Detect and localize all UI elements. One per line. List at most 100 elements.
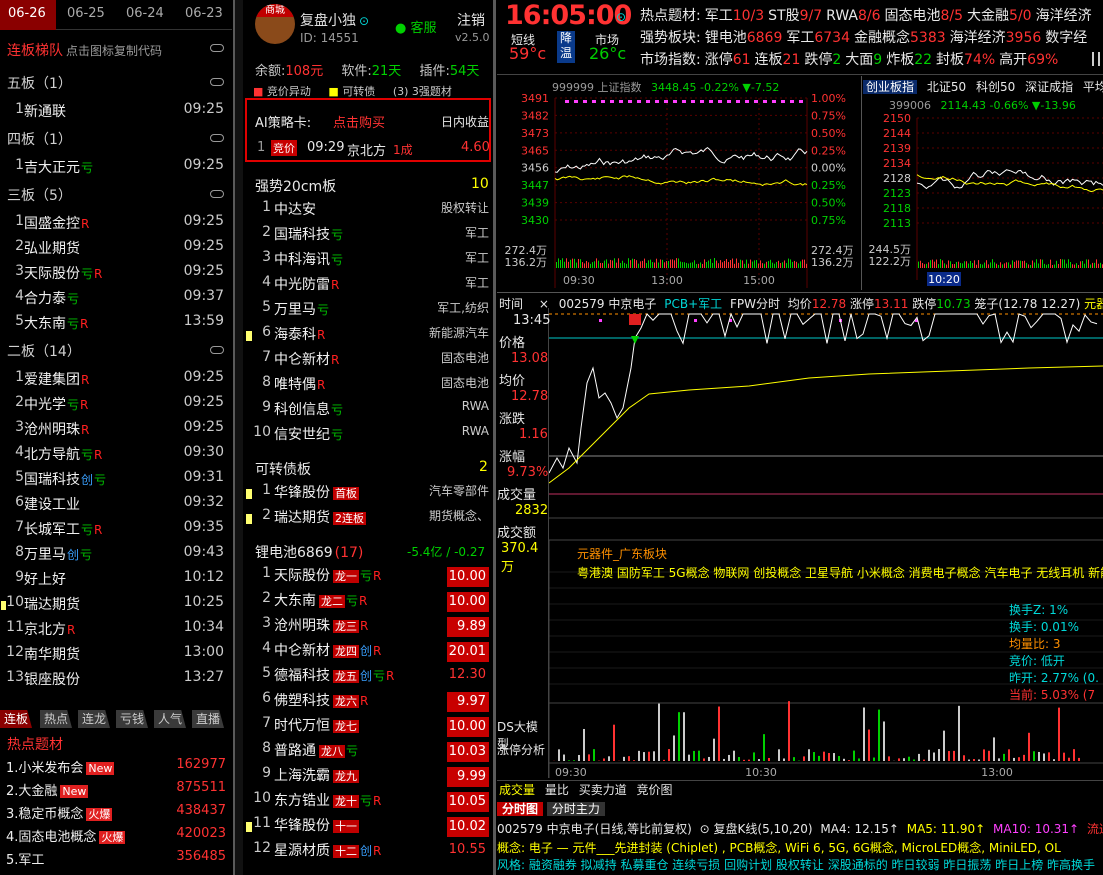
strong-row[interactable]: 3 中科海讯亏 军工 bbox=[245, 249, 493, 274]
index-chart[interactable]: 3491 1.00% 3482 0.75% 3473 0.50% 3465 0.25% 3456… bbox=[497, 90, 859, 290]
hot-topic-row[interactable]: 1.小米发布会 New 162977 bbox=[0, 757, 232, 779]
lithium-row[interactable]: 9 上海洗霸 龙九 9.99 bbox=[245, 765, 493, 790]
hot-item-name[interactable]: ST股 bbox=[768, 8, 799, 24]
tab-lianban[interactable]: 连板 bbox=[0, 710, 33, 728]
strong-row[interactable]: 2 国瑞科技亏 军工 bbox=[245, 224, 493, 249]
ladder-row[interactable]: 1 国盛金控R 09:25 bbox=[0, 213, 232, 237]
hot-topic-row[interactable]: 3.稳定币概念 火爆 438437 bbox=[0, 803, 232, 825]
tab-redian[interactable]: 热点 bbox=[40, 710, 73, 728]
ladder-row[interactable]: 11 京北方R 10:34 bbox=[0, 619, 232, 643]
tab-volume-ratio[interactable]: 量比 bbox=[545, 783, 569, 797]
bond-row[interactable]: 2 瑞达期货 2连板 期货概念、 bbox=[245, 507, 493, 532]
ladder-row[interactable]: 2 弘业期货 09:25 bbox=[0, 238, 232, 262]
hot-topic-row[interactable]: 2.大金融 New 875511 bbox=[0, 780, 232, 802]
ai-strategy-card[interactable]: AI策略卡: 点击购买 日内收益 1 竞价 09:29 京北方 1成 4.60 bbox=[245, 98, 491, 162]
cloud-icon[interactable] bbox=[210, 134, 224, 142]
hot-item-name[interactable]: 固态电池 bbox=[885, 8, 941, 24]
avatar[interactable]: 商城 bbox=[255, 4, 295, 44]
hot-item-name[interactable]: 大金融 bbox=[967, 8, 1009, 24]
cloud-icon[interactable] bbox=[210, 190, 224, 198]
sector-item-name[interactable]: 数字经 bbox=[1045, 30, 1087, 46]
ladder-row[interactable]: 1 爱建集团R 09:25 bbox=[0, 369, 232, 393]
strong-row[interactable]: 7 中仑新材R 固态电池 bbox=[245, 349, 493, 374]
ladder-row[interactable]: 8 万里马创亏 09:43 bbox=[0, 544, 232, 568]
date-tab-3[interactable]: 06-24 bbox=[126, 6, 164, 21]
tab-bz50[interactable]: 北证50 bbox=[927, 80, 966, 94]
ai-row-name[interactable]: 京北方 bbox=[347, 140, 386, 159]
lithium-row[interactable]: 4 中仑新材 龙四 创R 20.01 bbox=[245, 640, 493, 665]
lithium-row[interactable]: 1 天际股份 龙一 亏R 10.00 bbox=[245, 565, 493, 590]
scrollbar[interactable] bbox=[235, 0, 243, 875]
hot-item-name[interactable]: RWA bbox=[826, 8, 858, 24]
kline-check-icon[interactable]: ⊙ bbox=[700, 822, 710, 836]
strong-row[interactable]: 5 万里马亏 军工,纺织 bbox=[245, 299, 493, 324]
ladder-row[interactable]: 4 北方导航亏R 09:30 bbox=[0, 444, 232, 468]
ladder-row[interactable]: 6 建设工业 09:32 bbox=[0, 494, 232, 518]
ladder-row[interactable]: 3 沧州明珠R 09:25 bbox=[0, 419, 232, 443]
sector-item-name[interactable]: 海洋经济 bbox=[950, 30, 1006, 46]
ai-buy-link[interactable]: 点击购买 bbox=[333, 112, 385, 131]
cloud-icon[interactable] bbox=[210, 78, 224, 86]
strong-row[interactable]: 4 中光防雷R 军工 bbox=[245, 274, 493, 299]
lithium-row[interactable]: 5 德福科技 龙五 创亏R 12.30 bbox=[245, 665, 493, 690]
date-tab-1[interactable]: 06-26 bbox=[8, 6, 46, 21]
tab-avg[interactable]: 平均 bbox=[1083, 80, 1103, 94]
hot-item-name[interactable]: 海洋经济 bbox=[1036, 8, 1092, 24]
tab-zhibo[interactable]: 直播 bbox=[192, 710, 225, 728]
ladder-row[interactable]: 13 银座股份 13:27 bbox=[0, 669, 232, 693]
lithium-row[interactable]: 3 沧州明珠 龙三 R 9.89 bbox=[245, 615, 493, 640]
lithium-row[interactable]: 11 华锋股份 十一 10.02 bbox=[245, 815, 493, 840]
tab-szcz[interactable]: 深证成指 bbox=[1025, 80, 1073, 94]
cloud-icon[interactable] bbox=[210, 346, 224, 354]
tab-volume[interactable]: 成交量 bbox=[499, 783, 535, 797]
ladder-row[interactable]: 1 新通联 09:25 bbox=[0, 101, 232, 125]
sector-item-name[interactable]: 军工 bbox=[786, 30, 814, 46]
strong-row[interactable]: 1 中达安 股权转让 bbox=[245, 199, 493, 224]
strong-row[interactable]: 9 科创信息亏 RWA bbox=[245, 399, 493, 424]
logout-button[interactable]: 注销 bbox=[457, 10, 485, 30]
hot-topic-row[interactable]: 4.固态电池概念 火爆 420023 bbox=[0, 826, 232, 848]
date-tab-2[interactable]: 06-25 bbox=[67, 6, 105, 21]
tab-kc50[interactable]: 科创50 bbox=[976, 80, 1015, 94]
strong-row[interactable]: 10 信安世纪亏 RWA bbox=[245, 424, 493, 449]
settings-icon[interactable]: ⊙ bbox=[616, 10, 626, 24]
ladder-row[interactable]: 1 吉大正元亏 09:25 bbox=[0, 157, 232, 181]
lithium-row[interactable]: 10 东方锆业 龙十 亏R 10.05 bbox=[245, 790, 493, 815]
ladder-row[interactable]: 3 天际股份亏R 09:25 bbox=[0, 263, 232, 287]
tab-kuiqian[interactable]: 亏钱 bbox=[116, 710, 149, 728]
tab-renqi[interactable]: 人气 bbox=[154, 710, 187, 728]
sector-item-name[interactable]: 金融概念 bbox=[854, 30, 910, 46]
service-button[interactable]: ● 客服 bbox=[395, 17, 437, 36]
stock-intraday-chart[interactable]: 11.5211.4211.3211.2211.1211.0210.9210.82… bbox=[549, 308, 1103, 778]
ladder-row[interactable]: 10 瑞达期货 10:25 bbox=[0, 594, 232, 618]
ladder-row[interactable]: 7 长城军工亏R 09:35 bbox=[0, 519, 232, 543]
ladder-row[interactable]: 4 合力泰亏 09:37 bbox=[0, 288, 232, 312]
tab-auction[interactable]: 竞价图 bbox=[637, 783, 673, 797]
hot-topic-row[interactable]: 5.军工 356485 bbox=[0, 849, 232, 871]
bond-row[interactable]: 1 华锋股份 首板 汽车零部件 bbox=[245, 482, 493, 507]
lithium-row[interactable]: 8 普路通 龙八亏 10.03 bbox=[245, 740, 493, 765]
lithium-row[interactable]: 12 星源材质 十二 创R 10.55 bbox=[245, 840, 493, 865]
ladder-row[interactable]: 2 中光学亏R 09:25 bbox=[0, 394, 232, 418]
ladder-row[interactable]: 5 国瑞科技创亏 09:31 bbox=[0, 469, 232, 493]
lithium-row[interactable]: 7 时代万恒 龙七 10.00 bbox=[245, 715, 493, 740]
ladder-row[interactable]: 9 好上好 10:12 bbox=[0, 569, 232, 593]
ladder-row[interactable]: 5 大东南亏R 13:59 bbox=[0, 313, 232, 337]
hot-item-name[interactable]: 军工 bbox=[705, 8, 733, 24]
limit-analysis-button[interactable]: 涨停分析 bbox=[497, 741, 545, 758]
strong-row[interactable]: 8 唯特偶R 固态电池 bbox=[245, 374, 493, 399]
date-tab-4[interactable]: 06-23 bbox=[185, 6, 223, 21]
tab-gem[interactable]: 创业板指 bbox=[863, 80, 918, 94]
tab-intraday[interactable]: 分时图 bbox=[497, 802, 544, 816]
lithium-row[interactable]: 6 佛塑科技 龙六 R 9.97 bbox=[245, 690, 493, 715]
strong-row[interactable]: 6 海泰科R 新能源汽车 bbox=[245, 324, 493, 349]
gem-chart[interactable]: 21502144213921342128212321182113244.5万12… bbox=[863, 110, 1103, 290]
ladder-row[interactable]: 12 南华期货 13:00 bbox=[0, 644, 232, 668]
tab-buy-sell[interactable]: 买卖力道 bbox=[579, 783, 627, 797]
tab-lianlong[interactable]: 连龙 bbox=[78, 710, 111, 728]
tab-intraday-main[interactable]: 分时主力 bbox=[546, 802, 605, 816]
lithium-row[interactable]: 2 大东南 龙二 亏R 10.00 bbox=[245, 590, 493, 615]
sector-item-name[interactable]: 锂电池 bbox=[705, 30, 747, 46]
cloud-icon[interactable] bbox=[210, 44, 224, 52]
pause-icon[interactable] bbox=[1092, 52, 1100, 66]
